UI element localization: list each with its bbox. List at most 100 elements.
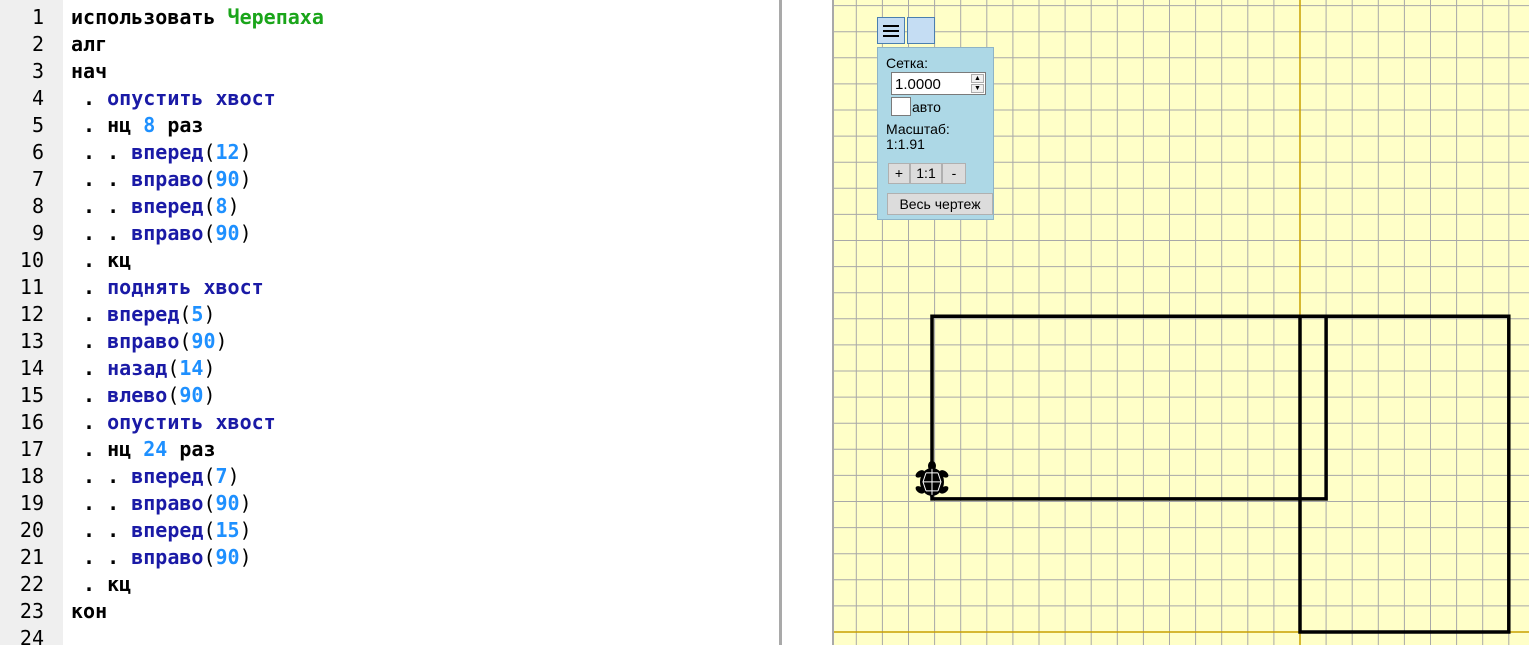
code-token: ) xyxy=(239,491,252,515)
code-text: . . вправо(90) xyxy=(71,220,252,247)
code-token: ) xyxy=(239,140,252,164)
line-number: 2 xyxy=(31,32,44,56)
line-number: 6 xyxy=(31,140,44,164)
panel-toggle-button[interactable] xyxy=(907,17,935,44)
code-token: ( xyxy=(203,221,216,245)
code-token: ( xyxy=(203,518,216,542)
code-text: алг xyxy=(71,31,107,58)
code-token: . xyxy=(71,383,108,407)
code-token: . xyxy=(71,329,108,353)
code-token: ( xyxy=(203,545,216,569)
code-token: ( xyxy=(167,356,180,380)
code-token: ) xyxy=(239,545,252,569)
grid-label: Сетка: xyxy=(886,55,928,71)
code-token: 90 xyxy=(215,491,240,515)
code-text: . опустить хвост xyxy=(71,85,276,112)
code-token: 24 xyxy=(143,437,168,461)
scale-label: Масштаб: xyxy=(886,121,950,137)
code-token: . кц xyxy=(71,248,132,272)
code-token: . . xyxy=(71,518,132,542)
code-token: Черепаха xyxy=(227,5,324,29)
code-token: ) xyxy=(239,221,252,245)
code-token: ) xyxy=(203,302,216,326)
code-token: 14 xyxy=(179,356,204,380)
code-token: 7 xyxy=(215,464,228,488)
code-token: . xyxy=(71,275,108,299)
grid-step-value[interactable]: 1.0000 xyxy=(895,76,941,93)
spin-up-button[interactable]: ▲ xyxy=(971,74,984,83)
code-token: ( xyxy=(179,329,192,353)
code-token: . . xyxy=(71,491,132,515)
spin-down-button[interactable]: ▼ xyxy=(971,84,984,93)
line-number: 12 xyxy=(19,302,44,326)
code-token: влево xyxy=(107,383,168,407)
code-token: 8 xyxy=(143,113,156,137)
code-token: 90 xyxy=(215,545,240,569)
code-token: вперед xyxy=(131,464,204,488)
code-token: ) xyxy=(203,383,216,407)
code-token: . . xyxy=(71,545,132,569)
line-number: 22 xyxy=(19,572,44,596)
menu-button[interactable] xyxy=(877,17,905,44)
zoom-reset-button[interactable]: 1:1 xyxy=(910,163,942,184)
code-text: использовать Черепаха xyxy=(71,4,324,31)
code-token: ) xyxy=(227,464,240,488)
code-token: использовать xyxy=(71,5,228,29)
scale-value: 1:1.91 xyxy=(886,136,925,152)
line-number: 23 xyxy=(19,599,44,623)
code-token: . кц xyxy=(71,572,132,596)
code-text: . кц xyxy=(71,571,131,598)
line-number: 14 xyxy=(19,356,44,380)
grid-control-panel: Сетка: 1.0000 ▲ ▼ авто Масштаб: 1:1.91 +… xyxy=(877,47,994,220)
code-token: нач xyxy=(71,59,108,83)
code-token: ) xyxy=(203,356,216,380)
code-token: вперед xyxy=(131,194,204,218)
code-token: . нц xyxy=(71,437,144,461)
code-token: опустить хвост xyxy=(107,410,276,434)
code-token: 90 xyxy=(215,167,240,191)
code-token: . . xyxy=(71,140,132,164)
code-token: кон xyxy=(71,599,108,623)
code-text: . опустить хвост xyxy=(71,409,276,436)
line-number: 13 xyxy=(19,329,44,353)
panel-header xyxy=(877,17,935,45)
line-number: 10 xyxy=(19,248,44,272)
code-token: ( xyxy=(167,383,180,407)
auto-checkbox[interactable] xyxy=(891,97,911,116)
code-token: назад xyxy=(107,356,168,380)
code-token: 5 xyxy=(191,302,204,326)
zoom-in-button[interactable]: + xyxy=(888,163,910,184)
code-token: ( xyxy=(203,140,216,164)
code-text: . вправо(90) xyxy=(71,328,228,355)
code-editor[interactable]: 1 использовать Черепаха 2 алг 3 нач 4 . опусти… xyxy=(0,0,779,645)
code-text: . . вправо(90) xyxy=(71,544,252,571)
code-token: ) xyxy=(215,329,228,353)
grid-step-spinbox[interactable]: 1.0000 ▲ ▼ xyxy=(891,72,986,95)
line-number: 20 xyxy=(19,518,44,542)
code-token: вправо xyxy=(131,167,204,191)
code-text: . . вправо(90) xyxy=(71,166,252,193)
code-token: 90 xyxy=(191,329,216,353)
code-token: . xyxy=(71,410,108,434)
zoom-out-button[interactable]: - xyxy=(942,163,966,184)
code-token: вправо xyxy=(131,491,204,515)
code-text: . нц 24 раз xyxy=(71,436,215,463)
line-number: 3 xyxy=(31,59,44,83)
code-token: . нц xyxy=(71,113,144,137)
auto-label: авто xyxy=(912,99,941,115)
fit-drawing-button[interactable]: Весь чертеж xyxy=(887,193,993,215)
code-token: раз xyxy=(155,113,204,137)
line-number: 9 xyxy=(31,221,44,245)
code-token: . xyxy=(71,86,108,110)
code-token: . xyxy=(71,302,108,326)
code-token: . . xyxy=(71,221,132,245)
code-token: вперед xyxy=(131,140,204,164)
code-text: нач xyxy=(71,58,107,85)
line-number: 18 xyxy=(19,464,44,488)
code-text: . нц 8 раз xyxy=(71,112,203,139)
code-token: вправо xyxy=(131,221,204,245)
code-token: ) xyxy=(227,194,240,218)
code-token: вперед xyxy=(107,302,180,326)
pane-splitter[interactable] xyxy=(782,0,832,645)
line-number: 21 xyxy=(19,545,44,569)
